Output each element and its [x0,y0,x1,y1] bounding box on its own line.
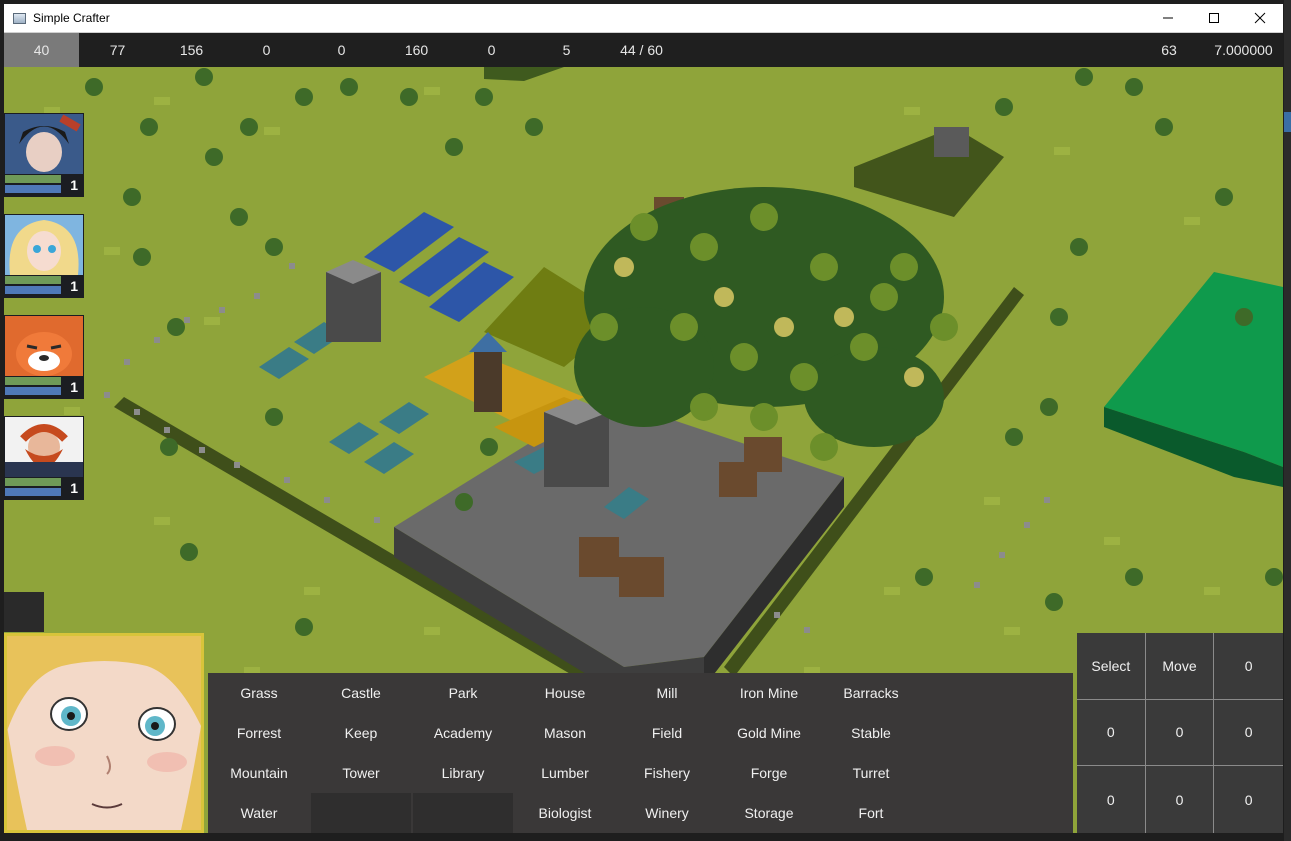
build-iron-mine[interactable]: Iron Mine [718,673,820,713]
build-park[interactable]: Park [412,673,514,713]
member-level: 1 [70,177,78,193]
close-button[interactable] [1237,4,1283,32]
action-slot[interactable]: 0 [1214,633,1283,700]
fps-stat: 63 [1161,42,1177,58]
stat-3: 0 [262,42,271,58]
build-forge[interactable]: Forge [718,753,820,793]
party-member-3[interactable]: 1 [4,315,84,399]
action-slot[interactable]: 0 [1214,766,1283,833]
action-slot[interactable]: 0 [1214,700,1283,767]
app-icon [13,12,26,24]
build-barracks[interactable]: Barracks [820,673,922,713]
population-stat: 44 / 60 [620,42,663,58]
move-button[interactable]: Move [1145,633,1215,700]
party-list: 1 1 1 1 [4,113,84,517]
member-level: 1 [70,379,78,395]
member-level: 1 [70,278,78,294]
build-winery[interactable]: Winery [616,793,718,833]
stat-0[interactable]: 40 [4,33,79,67]
build-empty-slot [311,793,411,833]
dark-haired-girl-icon [5,114,83,174]
build-house[interactable]: House [514,673,616,713]
build-keep[interactable]: Keep [310,713,412,753]
build-menu: Grass Castle Park House Mill Iron Mine B… [208,673,1073,833]
build-library[interactable]: Library [412,753,514,793]
member-stat-bars [5,175,61,195]
bearded-warrior-icon [5,417,83,477]
stat-4: 0 [337,42,346,58]
action-slot[interactable]: 0 [1145,699,1215,767]
party-member-4[interactable]: 1 [4,416,84,500]
member-stat-bars [5,276,61,296]
build-turret[interactable]: Turret [820,753,922,793]
build-mason[interactable]: Mason [514,713,616,753]
select-button[interactable]: Select [1077,633,1146,700]
member-level: 1 [70,480,78,496]
member-stat-bars [5,478,61,498]
build-field[interactable]: Field [616,713,718,753]
blonde-elf-icon [5,215,83,275]
window-titlebar: Simple Crafter [4,4,1283,33]
build-castle[interactable]: Castle [310,673,412,713]
resource-stats-bar: 40 77 156 0 0 160 0 5 44 / 60 63 7.00000… [4,33,1283,67]
build-empty-slot [413,793,513,833]
build-forrest[interactable]: Forrest [208,713,310,753]
stat-6: 0 [487,42,496,58]
desktop-edge [1284,0,1291,841]
build-tower[interactable]: Tower [310,753,412,793]
stat-7: 5 [562,42,571,58]
stat-2: 156 [179,42,204,58]
build-lumber[interactable]: Lumber [514,753,616,793]
selected-character-portrait [4,633,204,833]
member-stat-bars [5,377,61,397]
build-biologist[interactable]: Biologist [514,793,616,833]
stat-5: 160 [404,42,429,58]
stat-1: 77 [109,42,126,58]
window-title: Simple Crafter [33,11,110,25]
action-panel: Select Move 0 0 0 0 0 0 0 [1077,633,1283,833]
build-fishery[interactable]: Fishery [616,753,718,793]
build-mountain[interactable]: Mountain [208,753,310,793]
party-member-2[interactable]: 1 [4,214,84,298]
minimize-button[interactable] [1145,4,1191,32]
build-grass[interactable]: Grass [208,673,310,713]
time-stat: 7.000000 [1214,42,1273,58]
minimize-icon [1163,17,1173,19]
window-controls [1145,4,1283,32]
build-water[interactable]: Water [208,793,310,833]
maximize-icon [1209,13,1219,23]
build-storage[interactable]: Storage [718,793,820,833]
build-mill[interactable]: Mill [616,673,718,713]
action-slot[interactable]: 0 [1146,766,1215,833]
close-icon [1254,12,1266,24]
build-stable[interactable]: Stable [820,713,922,753]
red-panda-icon [5,316,83,376]
build-fort[interactable]: Fort [820,793,922,833]
minimap-slot [4,592,44,632]
build-gold-mine[interactable]: Gold Mine [718,713,820,753]
maximize-button[interactable] [1191,4,1237,32]
action-slot[interactable]: 0 [1077,699,1146,767]
party-member-1[interactable]: 1 [4,113,84,197]
build-academy[interactable]: Academy [412,713,514,753]
action-slot[interactable]: 0 [1077,766,1146,833]
